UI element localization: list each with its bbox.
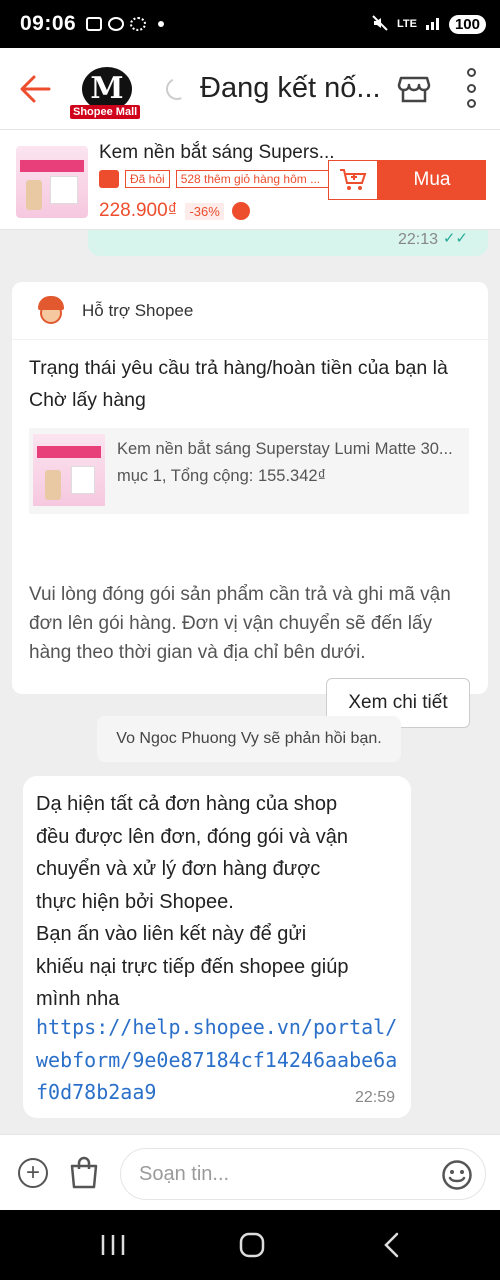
- discount-badge: -36%: [185, 202, 224, 220]
- shopping-bag-icon[interactable]: [68, 1155, 100, 1189]
- order-item[interactable]: Kem nền bắt sáng Superstay Lumi Matte 30…: [29, 428, 469, 514]
- product-price: 228.900₫: [99, 200, 178, 221]
- product-thumbnail[interactable]: [16, 146, 88, 218]
- sender-name: Hỗ trợ Shopee: [82, 300, 194, 320]
- plus-circle-icon[interactable]: +: [18, 1158, 48, 1188]
- received-message-bubble[interactable]: Dạ hiện tất cả đơn hàng của shop đều đượ…: [23, 776, 411, 1118]
- product-tags: Đã hỏi 528 thêm giỏ hàng hôm ...: [99, 170, 340, 188]
- settings-icon: [130, 17, 147, 31]
- store-icon[interactable]: [396, 70, 432, 106]
- add-to-cart-icon: [340, 169, 367, 190]
- add-to-cart-button[interactable]: [328, 160, 378, 200]
- arrow-left-icon: [20, 75, 51, 102]
- message-time: 22:59: [354, 1089, 395, 1106]
- message-placeholder: Soạn tin...: [139, 1163, 230, 1185]
- product-price-row: 228.900₫ -36%: [99, 200, 250, 222]
- verified-badge-icon: [231, 202, 250, 220]
- status-bar: 09:06 LTE 100: [0, 0, 500, 48]
- order-total: mục 1, Tổng cộng: 155.342₫: [117, 467, 327, 485]
- shopee-support-avatar-icon: [36, 294, 66, 328]
- cart-count-tag: 528 thêm giỏ hàng hôm ...: [175, 170, 340, 188]
- status-time: 09:06: [20, 12, 77, 35]
- chat-bubble-icon: [99, 170, 119, 188]
- network-label: LTE: [397, 18, 417, 30]
- card-header: Hỗ trợ Shopee: [12, 282, 488, 340]
- signal-icon: [425, 15, 441, 34]
- message-input[interactable]: Soạn tin...: [120, 1148, 486, 1200]
- messenger-icon: [108, 17, 125, 31]
- back-button[interactable]: [0, 48, 72, 130]
- mute-icon: [371, 14, 389, 35]
- more-notifications-dot: [158, 21, 165, 27]
- smiley-icon[interactable]: [441, 1159, 473, 1191]
- screenshot-icon: [86, 17, 103, 31]
- product-name[interactable]: Kem nền bắt sáng Supers...: [99, 142, 335, 164]
- return-instructions: Vui lòng đóng gói sản phẩm cần trả và gh…: [29, 584, 451, 663]
- home-icon[interactable]: [237, 1232, 267, 1258]
- battery-indicator: 100: [448, 14, 486, 34]
- shopee-mall-badge: Shopee Mall: [70, 104, 141, 119]
- loading-spinner-icon: [162, 74, 192, 103]
- message-composer: + Soạn tin...: [0, 1134, 500, 1210]
- return-status-card: Hỗ trợ Shopee Trạng thái yêu cầu trả hàn…: [12, 282, 488, 728]
- maybelline-logo: M: [82, 66, 132, 111]
- message-time: 22:13: [397, 231, 438, 248]
- message-text: Dạ hiện tất cả đơn hàng của shop đều đượ…: [36, 793, 349, 1010]
- sent-message-bubble[interactable]: 22:13 ✓✓: [88, 230, 488, 256]
- return-status-text: Trạng thái yêu cầu trả hàng/hoàn tiền củ…: [29, 357, 448, 411]
- recent-apps-icon[interactable]: [98, 1232, 128, 1258]
- system-note: Vo Ngoc Phuong Vy sẽ phản hồi bạn.: [97, 716, 401, 762]
- order-product-name: Kem nền bắt sáng Superstay Lumi Matte 30…: [117, 440, 453, 458]
- double-check-icon: ✓✓: [442, 230, 468, 247]
- system-nav-bar: [0, 1210, 500, 1280]
- product-bar[interactable]: Kem nền bắt sáng Supers... Đã hỏi 528 th…: [0, 130, 500, 230]
- chat-messages[interactable]: 22:13 ✓✓ Hỗ trợ Shopee Trạng thái yêu cầ…: [0, 230, 500, 1134]
- chat-header: M Shopee Mall Đang kết nố...: [0, 48, 500, 130]
- notification-icons: [86, 17, 165, 31]
- asked-tag: Đã hỏi: [125, 170, 170, 188]
- page-title: Đang kết nố...: [200, 72, 381, 104]
- shop-avatar[interactable]: M Shopee Mall: [70, 57, 142, 121]
- more-vertical-icon[interactable]: [464, 68, 478, 108]
- buy-button[interactable]: Mua: [378, 160, 486, 200]
- support-link[interactable]: https://help.shopee.vn/portal/webform/9e…: [36, 1011, 406, 1109]
- order-thumbnail: [33, 434, 105, 506]
- back-nav-icon[interactable]: [378, 1232, 408, 1258]
